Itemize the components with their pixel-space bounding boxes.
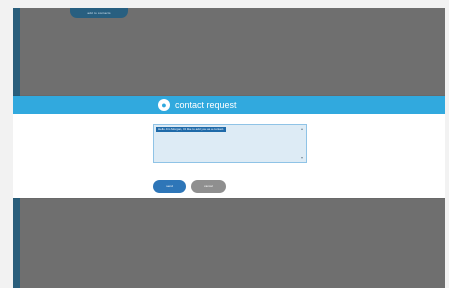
dialog-header: ● contact request bbox=[13, 96, 445, 114]
contact-request-dialog: ● contact request Hello Jim Morgan, I'd … bbox=[13, 96, 445, 198]
cancel-button[interactable]: cancel bbox=[191, 180, 226, 193]
scroll-up-icon[interactable]: ▴ bbox=[300, 127, 304, 131]
dialog-title: contact request bbox=[175, 100, 237, 110]
scroll-down-icon[interactable]: ▾ bbox=[300, 156, 304, 160]
app-window: add to contacts ● contact request Hello … bbox=[13, 8, 445, 288]
add-to-contacts-button[interactable]: add to contacts bbox=[70, 8, 128, 18]
message-text[interactable]: Hello Jim Morgan, I'd like to add you as… bbox=[156, 127, 227, 132]
person-icon: ● bbox=[158, 99, 170, 111]
send-button[interactable]: send bbox=[153, 180, 186, 193]
message-textarea[interactable]: Hello Jim Morgan, I'd like to add you as… bbox=[153, 124, 307, 163]
